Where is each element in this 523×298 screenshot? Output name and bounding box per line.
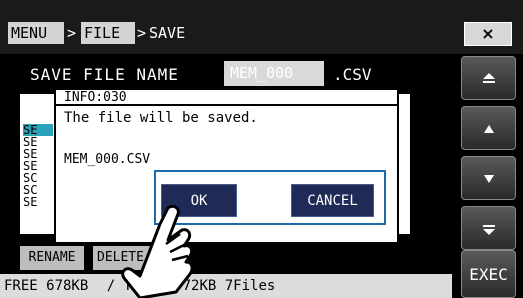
pointing-hand-icon	[121, 204, 194, 298]
scroll-down-button[interactable]	[461, 156, 516, 200]
info-dialog: INFO:030 The file will be saved. MEM_000…	[54, 88, 399, 244]
up-arrow-icon	[483, 124, 494, 133]
exec-button[interactable]: EXEC	[461, 250, 516, 298]
device-screen: MENU > FILE > SAVE × EXEC SAVE FILE NAME…	[0, 0, 523, 298]
breadcrumb-menu[interactable]: MENU	[8, 22, 64, 44]
breadcrumb-separator: >	[137, 24, 147, 42]
free-space-text: FREE 678KB	[4, 278, 89, 294]
double-up-arrow-icon	[482, 72, 495, 83]
close-button[interactable]: ×	[464, 22, 512, 46]
down-arrow-icon	[483, 174, 494, 183]
scroll-top-button[interactable]	[461, 56, 516, 100]
extension-label: .CSV	[333, 65, 372, 84]
title-bar: MENU > FILE > SAVE ×	[0, 0, 523, 54]
close-icon: ×	[481, 24, 495, 43]
scroll-up-button[interactable]	[461, 106, 516, 150]
double-down-arrow-icon	[482, 224, 495, 235]
breadcrumb-file[interactable]: FILE	[81, 22, 135, 44]
save-file-name-label: SAVE FILE NAME	[30, 65, 179, 84]
dialog-message: The file will be saved.	[64, 110, 258, 126]
breadcrumb-separator: >	[67, 24, 77, 42]
cancel-button[interactable]: CANCEL	[291, 184, 374, 217]
breadcrumb-current: SAVE	[149, 24, 186, 42]
list-item[interactable]: SE	[23, 196, 53, 208]
filename-input[interactable]: MEM_000	[224, 61, 324, 86]
rename-button[interactable]: RENAME	[20, 246, 84, 270]
dialog-header: INFO:030	[56, 90, 397, 106]
status-bar: FREE 678KB / TOTAL 972KB 7Files	[0, 274, 452, 298]
scroll-bottom-button[interactable]	[461, 206, 516, 250]
dialog-filename: MEM_000.CSV	[64, 152, 151, 167]
